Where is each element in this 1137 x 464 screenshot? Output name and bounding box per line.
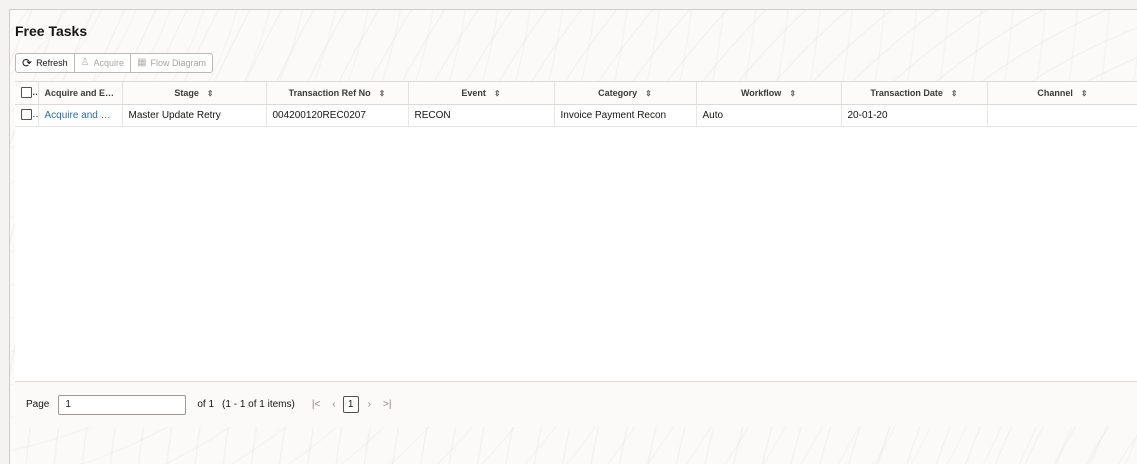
column-header-workflow[interactable]: Workflow ⇕ — [696, 82, 842, 105]
cell-workflow: Auto — [696, 104, 842, 127]
cell-category: Invoice Payment Recon — [554, 104, 697, 127]
column-header-acquire-and-edit[interactable]: Acquire and Edit — [38, 82, 123, 105]
acquire-button[interactable]: ♙ Acquire — [75, 54, 132, 72]
flow-diagram-button[interactable]: ▦ Flow Diagram — [131, 54, 212, 72]
sort-icon[interactable]: ⇕ — [379, 89, 386, 98]
column-header-transaction-ref-no[interactable]: Transaction Ref No ⇕ — [266, 82, 409, 105]
row-select-cell — [15, 104, 39, 127]
last-page-icon[interactable]: >| — [380, 399, 394, 410]
panel-title: Free Tasks — [15, 23, 88, 39]
table-header-row: Acquire and Edit Stage ⇕ Transaction Ref … — [15, 82, 1137, 105]
first-page-icon[interactable]: |< — [309, 399, 323, 410]
column-header-stage[interactable]: Stage ⇕ — [122, 82, 267, 105]
refresh-icon: ⟳ — [22, 56, 33, 70]
cell-event: RECON — [408, 104, 555, 127]
acquire-and-edit-link[interactable]: Acquire and Edit — [38, 104, 123, 127]
sort-icon[interactable]: ⇕ — [207, 89, 214, 98]
acquire-label: Acquire — [93, 58, 125, 68]
previous-page-icon[interactable]: ‹ — [329, 399, 338, 410]
sort-icon[interactable]: ⇕ — [789, 89, 796, 98]
table-row[interactable]: Acquire and Edit Master Update Retry 004… — [15, 104, 1137, 127]
flow-diagram-label: Flow Diagram — [150, 58, 207, 68]
column-header-channel[interactable]: Channel ⇕ — [987, 82, 1137, 105]
page-count-text: of 1 — [197, 399, 215, 410]
items-range-text: (1 - 1 of 1 items) — [222, 399, 295, 410]
acquire-user-icon: ♙ — [80, 57, 90, 68]
next-page-icon[interactable]: › — [365, 399, 374, 410]
page-label: Page — [26, 399, 50, 410]
column-header-transaction-date[interactable]: Transaction Date ⇕ — [841, 82, 988, 105]
sort-icon[interactable]: ⇕ — [494, 89, 501, 98]
sort-icon[interactable]: ⇕ — [951, 89, 958, 98]
column-header-category[interactable]: Category ⇕ — [554, 82, 697, 105]
refresh-button[interactable]: ⟳ Refresh — [16, 54, 75, 72]
page-number-button[interactable]: 1 — [342, 396, 359, 413]
row-checkbox[interactable] — [21, 109, 32, 121]
refresh-label: Refresh — [36, 58, 68, 68]
select-all-cell — [15, 82, 39, 105]
sort-icon[interactable]: ⇕ — [645, 89, 652, 98]
column-header-event[interactable]: Event ⇕ — [408, 82, 555, 105]
sort-icon[interactable]: ⇕ — [1081, 89, 1088, 98]
select-all-checkbox[interactable] — [21, 87, 32, 99]
cell-transaction-ref-no: 004200120REC0207 — [266, 104, 409, 127]
toolbar: ⟳ Refresh ♙ Acquire ▦ Flow Diagram — [15, 53, 214, 73]
page-number-input[interactable] — [58, 394, 187, 415]
pagination-bar: Page of 1 (1 - 1 of 1 items) |< ‹ 1 › >| — [15, 381, 1137, 427]
cell-transaction-date: 20-01-20 — [841, 104, 988, 127]
cell-stage: Master Update Retry — [122, 104, 267, 127]
tasks-table: Acquire and Edit Stage ⇕ Transaction Ref … — [15, 81, 1137, 382]
free-tasks-panel: Free Tasks ⟳ Refresh ♙ Acquire ▦ Flow Di… — [9, 9, 1137, 464]
flow-diagram-icon: ▦ — [137, 57, 147, 68]
cell-channel — [987, 104, 1137, 127]
